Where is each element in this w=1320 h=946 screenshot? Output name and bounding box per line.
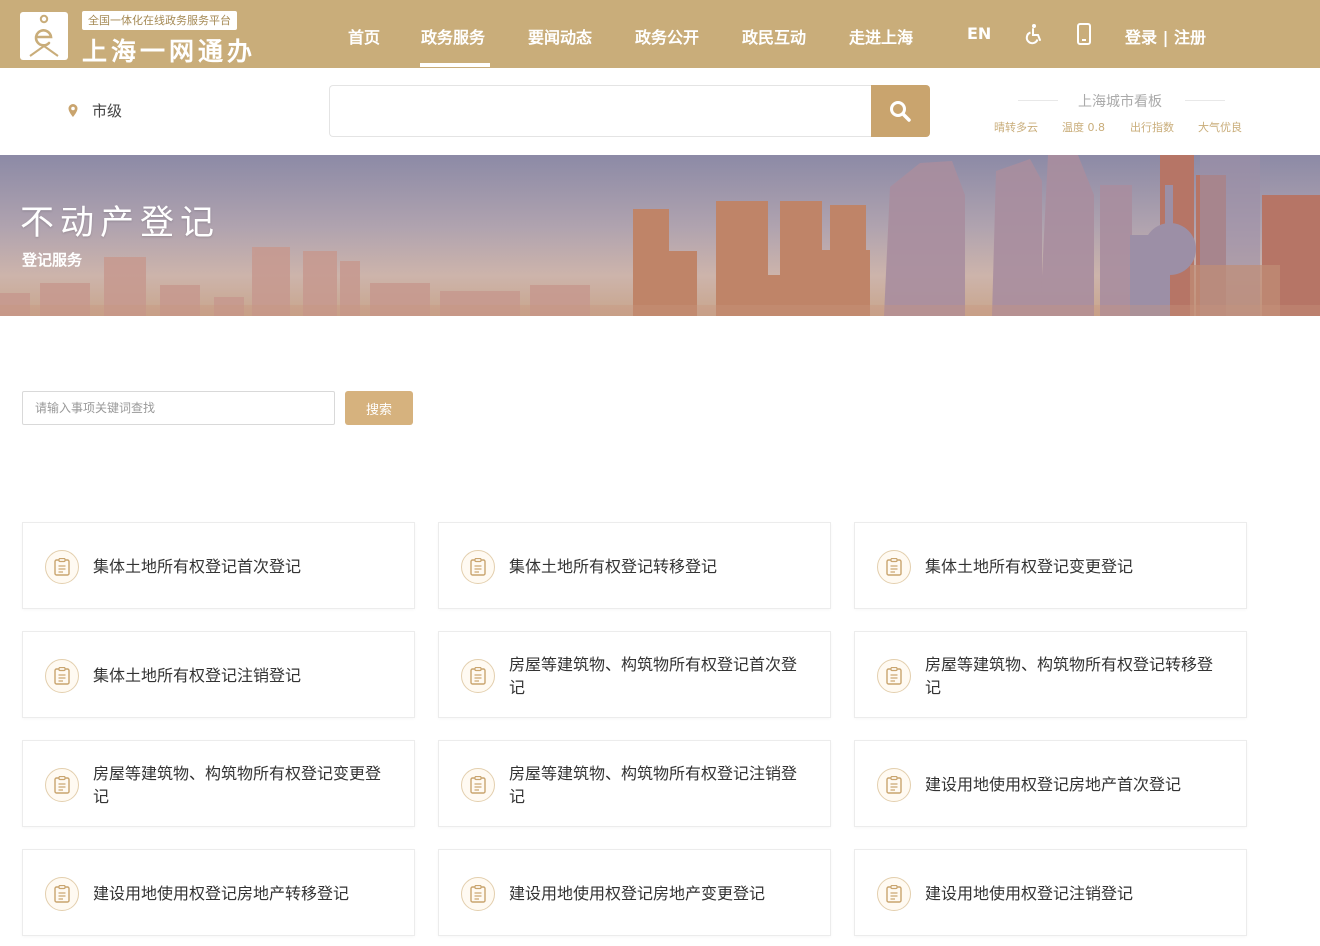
- nav-government-services[interactable]: 政务服务: [421, 24, 485, 47]
- wheelchair-icon[interactable]: [1022, 22, 1046, 46]
- logo-subtitle: 全国一体化在线政务服务平台: [82, 11, 237, 30]
- document-icon: [877, 659, 911, 693]
- service-label: 房屋等建筑物、构筑物所有权登记变更登记: [93, 763, 382, 806]
- document-icon: [461, 768, 495, 802]
- service-label: 建设用地使用权登记房地产变更登记: [509, 884, 766, 903]
- page-title: 不动产登记: [20, 203, 220, 243]
- service-card[interactable]: 建设用地使用权登记注销登记: [854, 849, 1247, 936]
- location-label: 市级: [92, 102, 123, 120]
- active-nav-indicator: [420, 63, 490, 67]
- page-banner: 不动产登记 登记服务: [0, 155, 1320, 316]
- logo-title: 上海一网通办: [82, 37, 257, 66]
- mobile-phone-icon[interactable]: [1072, 22, 1096, 46]
- service-label: 建设用地使用权登记房地产首次登记: [925, 775, 1182, 794]
- service-card[interactable]: 房屋等建筑物、构筑物所有权登记转移登记: [854, 631, 1247, 718]
- service-card[interactable]: 建设用地使用权登记房地产转移登记: [22, 849, 415, 936]
- location-pin-icon: [68, 104, 78, 117]
- service-label: 集体土地所有权登记首次登记: [93, 557, 302, 576]
- document-icon: [461, 550, 495, 584]
- service-card[interactable]: 集体土地所有权登记首次登记: [22, 522, 415, 609]
- item-search-input[interactable]: [22, 391, 335, 425]
- service-card[interactable]: 集体土地所有权登记注销登记: [22, 631, 415, 718]
- document-icon: [461, 659, 495, 693]
- service-label: 集体土地所有权登记转移登记: [509, 557, 718, 576]
- document-icon: [45, 659, 79, 693]
- document-icon: [45, 877, 79, 911]
- search-icon: [890, 101, 911, 122]
- page-subtitle: 登记服务: [22, 251, 83, 269]
- city-dashboard-title[interactable]: 上海城市看板: [1020, 91, 1220, 111]
- service-card[interactable]: 建设用地使用权登记房地产变更登记: [438, 849, 831, 936]
- service-label: 房屋等建筑物、构筑物所有权登记转移登记: [925, 654, 1214, 697]
- service-card[interactable]: 房屋等建筑物、构筑物所有权登记变更登记: [22, 740, 415, 827]
- weather-air-quality: 大气优良: [1198, 121, 1242, 134]
- document-icon: [45, 768, 79, 802]
- service-label: 集体土地所有权登记注销登记: [93, 666, 302, 685]
- divider: [1185, 100, 1225, 101]
- e-logo-icon: [29, 14, 59, 57]
- main-search-input[interactable]: [329, 85, 871, 137]
- nav-home[interactable]: 首页: [348, 24, 380, 47]
- weather-condition: 晴转多云: [994, 121, 1038, 134]
- service-grid: 集体土地所有权登记首次登记 集体土地所有权登记转移登记 集体土地所有权登记变更登…: [22, 522, 1247, 936]
- site-logo[interactable]: [20, 12, 68, 60]
- nav-english[interactable]: EN: [967, 24, 991, 46]
- service-card[interactable]: 建设用地使用权登记房地产首次登记: [854, 740, 1247, 827]
- nav-citizen-interaction[interactable]: 政民互动: [742, 24, 806, 47]
- service-label: 房屋等建筑物、构筑物所有权登记首次登记: [509, 654, 798, 697]
- service-label: 房屋等建筑物、构筑物所有权登记注销登记: [509, 763, 798, 806]
- service-card[interactable]: 集体土地所有权登记转移登记: [438, 522, 831, 609]
- document-icon: [877, 877, 911, 911]
- service-label: 建设用地使用权登记房地产转移登记: [93, 884, 350, 903]
- document-icon: [45, 550, 79, 584]
- service-card[interactable]: 房屋等建筑物、构筑物所有权登记注销登记: [438, 740, 831, 827]
- weather-temperature: 温度 0.8: [1062, 121, 1105, 134]
- top-navigation-bar: 全国一体化在线政务服务平台 上海一网通办 首页 政务服务 要闻动态 政务公开 政…: [0, 0, 1320, 68]
- service-label: 建设用地使用权登记注销登记: [925, 884, 1134, 903]
- document-icon: [461, 877, 495, 911]
- document-icon: [877, 768, 911, 802]
- service-card[interactable]: 集体土地所有权登记变更登记: [854, 522, 1247, 609]
- nav-government-affairs[interactable]: 政务公开: [635, 24, 699, 47]
- weather-travel-index: 出行指数: [1130, 121, 1174, 134]
- nav-news[interactable]: 要闻动态: [528, 24, 592, 47]
- service-label: 集体土地所有权登记变更登记: [925, 557, 1134, 576]
- item-search-button[interactable]: 搜索: [345, 391, 413, 425]
- service-card[interactable]: 房屋等建筑物、构筑物所有权登记首次登记: [438, 631, 831, 718]
- document-icon: [877, 550, 911, 584]
- login-register-link[interactable]: 登录 | 注册: [1125, 24, 1206, 47]
- nav-about-shanghai[interactable]: 走进上海: [849, 24, 913, 47]
- main-search-button[interactable]: [871, 85, 930, 137]
